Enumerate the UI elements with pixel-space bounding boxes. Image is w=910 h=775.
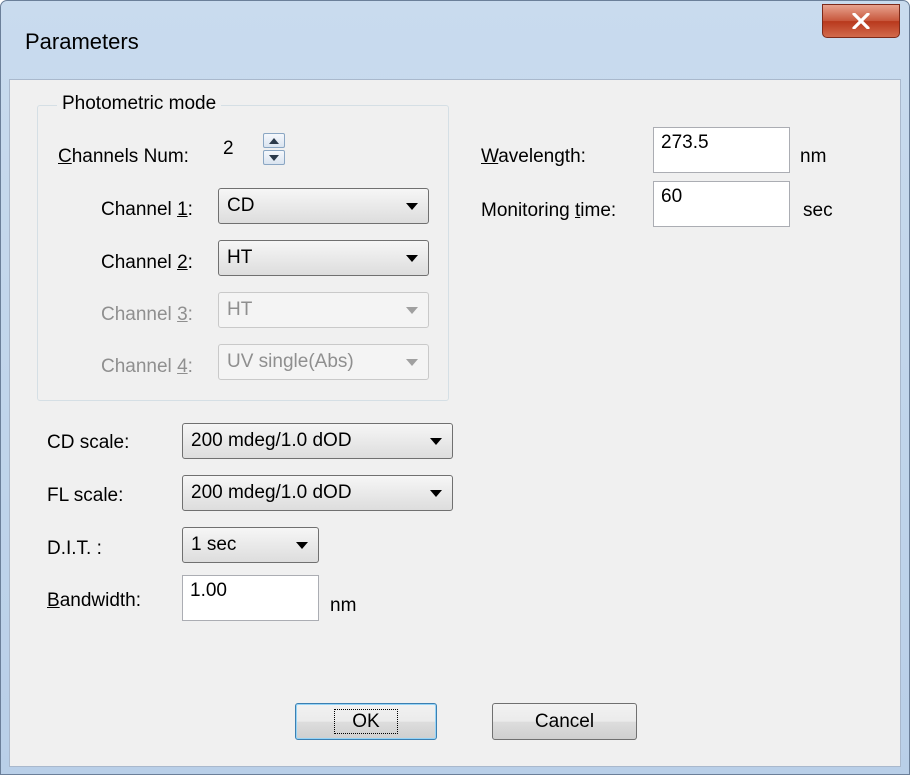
close-button[interactable] — [822, 4, 900, 38]
chevron-down-icon — [406, 255, 418, 262]
channel-1-label: Channel 1: — [101, 199, 193, 220]
wavelength-input[interactable]: 273.5 — [653, 127, 790, 173]
channel-3-label: Channel 3: — [101, 304, 193, 325]
arrow-up-icon — [269, 138, 279, 144]
photometric-mode-title: Photometric mode — [57, 93, 222, 115]
bandwidth-unit: nm — [330, 595, 357, 616]
dit-select[interactable]: 1 sec — [182, 527, 319, 563]
fl-scale-value: 200 mdeg/1.0 dOD — [191, 482, 352, 503]
channel-2-label: Channel 2: — [101, 252, 193, 273]
title-bar[interactable]: Parameters — [1, 1, 909, 81]
wavelength-label: Wavelength: — [481, 146, 586, 167]
window-title: Parameters — [25, 29, 139, 54]
spin-down-button[interactable] — [263, 150, 285, 165]
channel-4-select: UV single(Abs) — [218, 344, 429, 380]
chevron-down-icon — [296, 542, 308, 549]
channels-num-value[interactable]: 2 — [223, 138, 234, 160]
fl-scale-label: FL scale: — [47, 485, 124, 506]
wavelength-unit: nm — [800, 146, 827, 167]
cd-scale-value: 200 mdeg/1.0 dOD — [191, 430, 352, 451]
channel-1-value: CD — [227, 195, 255, 216]
ok-button[interactable]: OK — [295, 703, 437, 740]
channel-2-select[interactable]: HT — [218, 240, 429, 276]
chevron-down-icon — [406, 203, 418, 210]
channel-3-select: HT — [218, 292, 429, 328]
chevron-down-icon — [406, 307, 418, 314]
arrow-down-icon — [269, 155, 279, 161]
dit-label: D.I.T. : — [47, 538, 102, 559]
channel-3-value: HT — [227, 299, 253, 320]
cd-scale-label: CD scale: — [47, 432, 130, 453]
bandwidth-input[interactable]: 1.00 — [182, 575, 319, 621]
cancel-button[interactable]: Cancel — [492, 703, 637, 740]
chevron-down-icon — [406, 359, 418, 366]
monitoring-time-unit: sec — [803, 200, 833, 221]
bandwidth-label: Bandwidth: — [47, 590, 142, 611]
dit-value: 1 sec — [191, 534, 237, 555]
channels-num-stepper[interactable] — [263, 133, 287, 167]
monitoring-time-input[interactable]: 60 — [653, 181, 790, 227]
cd-scale-select[interactable]: 200 mdeg/1.0 dOD — [182, 423, 453, 459]
close-icon — [852, 13, 870, 29]
monitoring-time-label: Monitoring time: — [481, 200, 617, 221]
chevron-down-icon — [430, 438, 442, 445]
channel-2-value: HT — [227, 247, 253, 268]
channel-1-select[interactable]: CD — [218, 188, 429, 224]
chevron-down-icon — [430, 490, 442, 497]
fl-scale-select[interactable]: 200 mdeg/1.0 dOD — [182, 475, 453, 511]
channel-4-label: Channel 4: — [101, 356, 193, 377]
channels-num-label: Channels Num: — [58, 146, 189, 167]
spin-up-button[interactable] — [263, 133, 285, 148]
channel-4-value: UV single(Abs) — [227, 351, 354, 372]
